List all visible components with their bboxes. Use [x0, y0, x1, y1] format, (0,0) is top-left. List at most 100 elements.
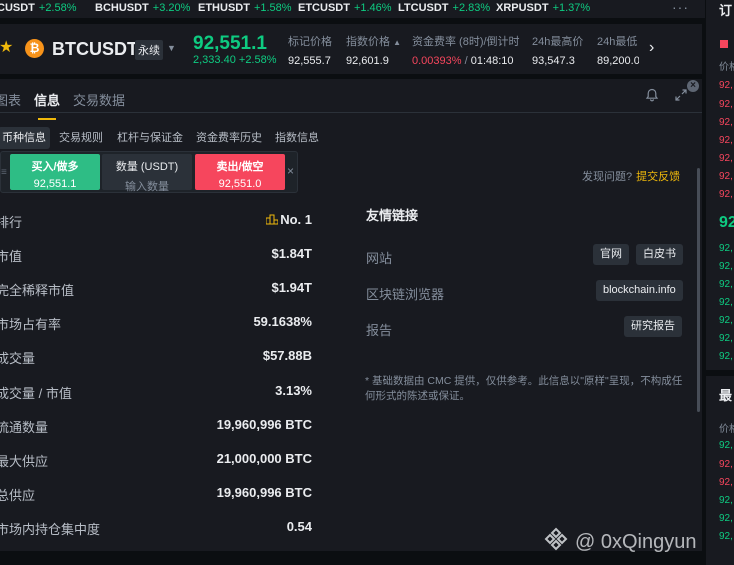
stat-value: 59.1638% [253, 314, 312, 329]
stat-value: $1.94T [271, 280, 312, 295]
ask-price[interactable]: 92, [719, 153, 733, 164]
drag-handle-icon[interactable]: ≡ [1, 167, 7, 178]
submit-feedback-link[interactable]: 提交反馈 [636, 171, 680, 183]
links-title: 友情链接 [366, 208, 419, 223]
ticker-item[interactable]: BCHUSDT +3.20% [95, 2, 190, 14]
close-widget-icon[interactable]: × [287, 164, 294, 178]
ask-price[interactable]: 92, [719, 171, 733, 182]
stat-value-text: No. 1 [280, 212, 312, 227]
stat-key: 排行 [0, 215, 23, 230]
ticker-change: +1.37% [552, 2, 591, 14]
contract-type-badge: 永续 [135, 40, 163, 60]
bid-price[interactable]: 92, [719, 261, 733, 272]
whitepaper-button[interactable]: 白皮书 [636, 244, 683, 265]
sell-short-button[interactable]: 卖出/做空 92,551.0 [195, 154, 285, 190]
index-price-stat: 指数价格 ▲ 92,601.9 [346, 33, 401, 67]
recent-trades-title: 最 [719, 388, 733, 403]
stat-row: 流通数量 19,960,996 BTC [0, 414, 312, 435]
bid-price[interactable]: 92, [719, 279, 733, 290]
stat-key: 最大供应 [0, 454, 49, 469]
tab-chart[interactable]: 图表 [0, 90, 21, 109]
ticker-bar: CUSDT +2.58% BCHUSDT +3.20% ETHUSDT +1.58% … [0, 0, 705, 18]
ticker-item[interactable]: CUSDT +2.58% [0, 2, 77, 14]
bid-price[interactable]: 92, [719, 351, 733, 362]
official-site-button[interactable]: 官网 [593, 244, 629, 265]
caret-down-icon[interactable]: ▼ [167, 43, 176, 53]
ask-price[interactable]: 92, [719, 135, 733, 146]
book-layout-icon[interactable] [720, 40, 728, 48]
recent-trades-panel: 最 价格 92, 92, 92, 92, 92, 92, [706, 376, 734, 565]
favorite-star-icon[interactable]: ★ [0, 40, 13, 56]
bid-price[interactable]: 92, [719, 315, 733, 326]
stat-row: 成交量 / 市值 3.13% [0, 380, 312, 401]
trade-price: 92, [719, 459, 733, 470]
stat-value: 0.54 [286, 519, 312, 534]
low-24h-stat: 24h最低 89,200.0 [597, 33, 639, 67]
bid-price[interactable]: 92, [719, 243, 733, 254]
symbol-name[interactable]: BTCUSDT [52, 39, 138, 60]
tab-trading-data[interactable]: 交易数据 [73, 90, 125, 109]
ticker-symbol: XRPUSDT [496, 2, 549, 14]
ticker-symbol: ETCUSDT [298, 2, 350, 14]
close-icon[interactable]: × [687, 80, 699, 92]
stat-label: 资金费率 (8时)/倒计时 [412, 36, 520, 48]
stat-value: 21,000,000 BTC [216, 451, 312, 466]
buy-label: 买入/做多 [31, 161, 79, 173]
stat-key: 市场占有率 [0, 317, 62, 332]
trade-price: 92, [719, 513, 733, 524]
ticker-symbol: LTCUSDT [398, 2, 449, 14]
trade-price: 92, [719, 477, 733, 488]
quick-order-widget: ≡ 买入/做多 92,551.1 数量 (USDT) 输入数量 卖出/做空 92… [0, 151, 298, 193]
stat-key: 流通数量 [0, 420, 49, 435]
stat-row: 市场内持仓集中度 0.54 [0, 516, 312, 537]
watermark: @ 0xQingyun [543, 526, 696, 554]
ticker-item[interactable]: XRPUSDT +1.37% [496, 2, 590, 14]
ticker-item[interactable]: ETCUSDT +1.46% [298, 2, 392, 14]
caret-up-icon[interactable]: ▲ [393, 38, 401, 47]
subtab-index-info[interactable]: 指数信息 [275, 127, 319, 149]
bid-price[interactable]: 92, [719, 333, 733, 344]
buy-long-button[interactable]: 买入/做多 92,551.1 [10, 154, 100, 190]
subtab-leverage-margin[interactable]: 杠杆与保证金 [117, 127, 183, 149]
subtab-coin-info[interactable]: 币种信息 [0, 127, 50, 149]
subtab-trading-rules[interactable]: 交易规则 [59, 127, 103, 149]
scrollbar[interactable] [697, 168, 700, 412]
stat-row: 成交量 $57.88B [0, 345, 312, 366]
watermark-text: @ 0xQingyun [575, 531, 697, 553]
explorer-label: 区块链浏览器 [366, 287, 445, 302]
ticker-change: +1.58% [253, 2, 292, 14]
explorer-button[interactable]: blockchain.info [596, 280, 683, 301]
price-change: 2,333.40 +2.58% [193, 54, 277, 66]
stat-value: 92,601.9 [346, 55, 389, 67]
stat-label: 24h最高价 [532, 36, 584, 48]
ask-price[interactable]: 92, [719, 99, 733, 110]
bell-icon[interactable] [645, 88, 659, 102]
feedback-question: 发现问题? [582, 171, 633, 183]
mark-price-stat: 标记价格 92,555.7 [288, 33, 332, 67]
ticker-item[interactable]: ETHUSDT +1.58% [198, 2, 292, 14]
stat-label: 指数价格 ▲ [346, 33, 401, 49]
price-header: 价格 [719, 424, 734, 435]
stat-label-text: 指数价格 [346, 36, 390, 48]
ticker-change: +2.58% [38, 2, 77, 14]
change-abs: 2,333.40 [193, 54, 236, 66]
stat-row: 市场占有率 59.1638% [0, 311, 312, 332]
price-header: 价格 [719, 62, 734, 73]
stat-label: 24h最低 [597, 36, 638, 48]
expand-icon[interactable] [674, 88, 688, 102]
countdown-value: 01:48:10 [470, 55, 514, 67]
research-report-button[interactable]: 研究报告 [624, 316, 682, 337]
more-icon[interactable]: ··· [672, 0, 689, 15]
subtab-funding-history[interactable]: 资金费率历史 [196, 127, 262, 149]
ticker-item[interactable]: LTCUSDT +2.83% [398, 2, 490, 14]
symbol-header: ★ ₿ BTCUSDT 永续 ▼ 92,551.1 2,333.40 +2.58… [0, 24, 702, 74]
tab-info[interactable]: 信息 [34, 90, 60, 120]
bid-price[interactable]: 92, [719, 297, 733, 308]
ask-price[interactable]: 92, [719, 117, 733, 128]
ask-price[interactable]: 92, [719, 80, 733, 91]
ticker-change: +2.83% [452, 2, 491, 14]
quantity-input[interactable]: 数量 (USDT) 输入数量 [102, 154, 192, 193]
chevron-right-icon[interactable]: › [649, 39, 654, 57]
sell-label: 卖出/做空 [216, 161, 264, 173]
ask-price[interactable]: 92, [719, 189, 733, 200]
